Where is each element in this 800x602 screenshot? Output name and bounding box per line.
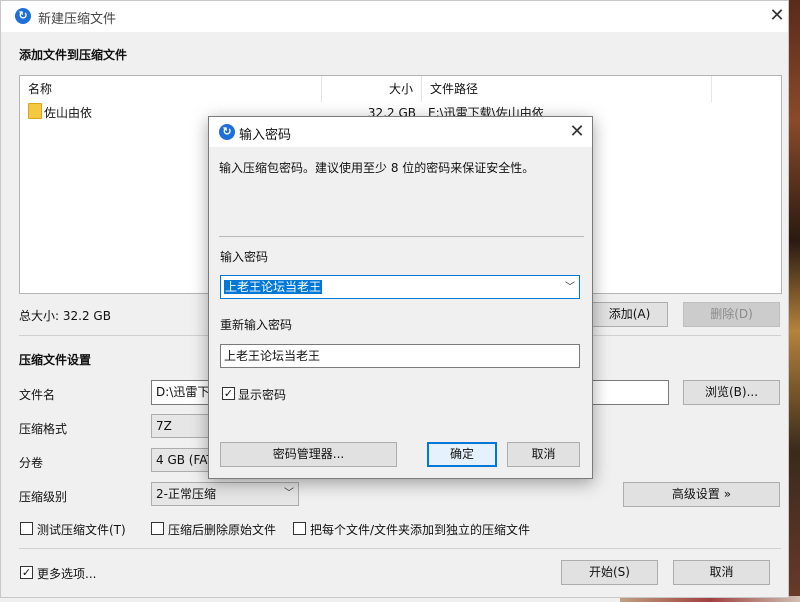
window-title: 新建压缩文件 — [38, 12, 117, 27]
chevron-down-icon: ﹀ — [284, 488, 294, 499]
password-manager-button[interactable]: 密码管理器... — [220, 442, 397, 467]
column-header-extra — [712, 76, 782, 102]
test-archive-label: 测试压缩文件(T) — [37, 523, 126, 537]
split-value: 4 GB (FAT — [156, 453, 214, 467]
title-bar: ↻ 新建压缩文件 ✕ — [1, 1, 788, 32]
desktop-background — [788, 0, 800, 602]
more-options-label: 更多选项... — [37, 567, 97, 581]
password-dialog: ↻ 输入密码 ✕ 输入压缩包密码。建议使用至少 8 位的密码来保证安全性。 输入… — [208, 116, 593, 479]
divider-bottom — [19, 548, 781, 549]
add-button[interactable]: 添加(A) — [591, 302, 668, 327]
dialog-divider — [219, 236, 584, 237]
show-password-checkbox[interactable]: ✓ — [222, 387, 235, 400]
more-options-checkbox[interactable]: ✓ — [20, 566, 33, 579]
show-password-label: 显示密码 — [238, 388, 287, 402]
split-label: 分卷 — [19, 456, 44, 470]
password-label: 输入密码 — [220, 250, 269, 264]
add-files-section-title: 添加文件到压缩文件 — [19, 48, 128, 62]
app-logo-icon: ↻ — [15, 8, 31, 24]
ok-button[interactable]: 确定 — [427, 442, 497, 467]
dialog-title-bar: ↻ 输入密码 ✕ — [209, 117, 592, 147]
browse-button[interactable]: 浏览(B)... — [683, 380, 780, 405]
archive-settings-title: 压缩文件设置 — [19, 353, 92, 367]
separate-archives-label: 把每个文件/文件夹添加到独立的压缩文件 — [310, 523, 531, 537]
delete-after-label: 压缩后删除原始文件 — [168, 523, 277, 537]
dialog-description: 输入压缩包密码。建议使用至少 8 位的密码来保证安全性。 — [219, 161, 535, 175]
confirm-password-label: 重新输入密码 — [220, 318, 293, 332]
delete-button[interactable]: 删除(D) — [683, 302, 780, 327]
column-header-path[interactable]: 文件路径 — [422, 76, 712, 102]
advanced-settings-button[interactable]: 高级设置 » — [623, 482, 780, 507]
format-label: 压缩格式 — [19, 422, 68, 436]
separate-archives-checkbox[interactable] — [293, 522, 306, 535]
format-value: 7Z — [156, 419, 172, 433]
start-button[interactable]: 开始(S) — [561, 560, 658, 585]
filename-label: 文件名 — [19, 388, 56, 402]
close-icon[interactable]: ✕ — [765, 4, 789, 28]
password-value: 上老王论坛当老王 — [224, 280, 323, 294]
chevron-down-icon[interactable]: ﹀ — [565, 277, 575, 299]
test-archive-checkbox[interactable] — [20, 522, 33, 535]
password-input[interactable]: 上老王论坛当老王 ﹀ — [220, 275, 580, 299]
level-select[interactable]: 2-正常压缩 ﹀ — [151, 482, 299, 506]
delete-after-checkbox[interactable] — [151, 522, 164, 535]
dialog-cancel-button[interactable]: 取消 — [507, 442, 580, 467]
total-size: 总大小: 32.2 GB — [19, 309, 111, 323]
column-header-size[interactable]: 大小 — [322, 76, 422, 102]
app-logo-icon: ↻ — [219, 124, 235, 140]
folder-icon — [28, 103, 42, 119]
cancel-button[interactable]: 取消 — [673, 560, 770, 585]
column-header-name[interactable]: 名称 — [20, 76, 322, 102]
level-value: 2-正常压缩 — [156, 487, 216, 501]
close-icon[interactable]: ✕ — [565, 120, 589, 144]
level-label: 压缩级别 — [19, 490, 68, 504]
confirm-password-input[interactable]: 上老王论坛当老王 — [220, 344, 580, 368]
dialog-title: 输入密码 — [239, 128, 292, 143]
